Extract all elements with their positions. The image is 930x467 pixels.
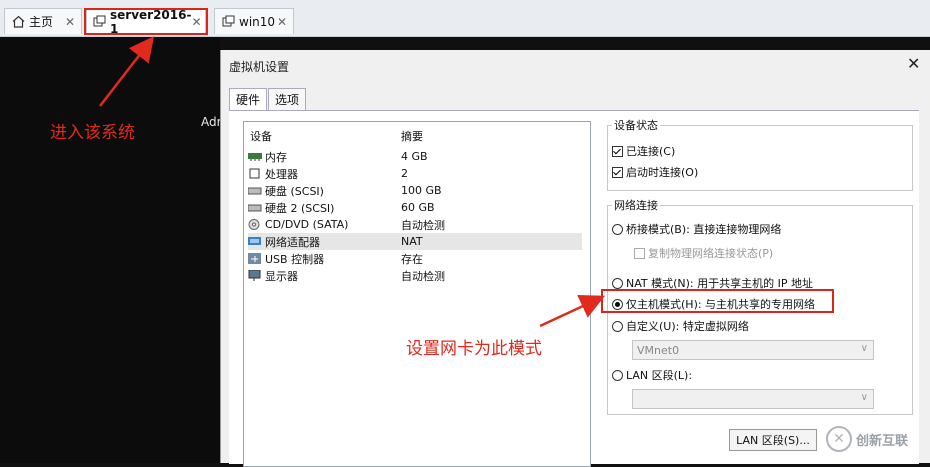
device-row-disk[interactable]: 硬盘 (SCSI) 100 GB bbox=[248, 182, 582, 199]
network-icon bbox=[248, 236, 262, 247]
radio-icon bbox=[612, 277, 623, 289]
annotation-set-nic: 设置网卡为此模式 bbox=[406, 339, 542, 359]
checkbox-label: 启动时连接(O) bbox=[626, 166, 699, 179]
device-summary: 存在 bbox=[401, 252, 423, 266]
device-name: USB 控制器 bbox=[265, 252, 325, 266]
tab-label: win10 bbox=[239, 14, 276, 29]
bridged-radio[interactable]: 桥接模式(B): 直接连接物理网络 bbox=[612, 221, 781, 237]
background-text: Adr bbox=[201, 115, 222, 129]
home-icon bbox=[11, 15, 25, 29]
connected-checkbox[interactable]: 已连接(C) bbox=[612, 143, 675, 159]
checkbox-icon bbox=[612, 145, 623, 157]
vm-icon bbox=[93, 15, 106, 29]
checkbox-label: 已连接(C) bbox=[626, 145, 676, 158]
connect-on-power-checkbox[interactable]: 启动时连接(O) bbox=[612, 164, 698, 180]
usb-icon bbox=[248, 253, 262, 264]
tab-label: 主页 bbox=[29, 15, 54, 29]
close-icon[interactable]: ✕ bbox=[907, 54, 920, 73]
disk-icon bbox=[248, 185, 262, 196]
lan-segment-select[interactable]: ∨ bbox=[632, 389, 874, 409]
device-row-disk-2[interactable]: 硬盘 2 (SCSI) 60 GB bbox=[248, 199, 582, 216]
chevron-down-icon: ∨ bbox=[860, 392, 868, 403]
radio-label: NAT 模式(N): 用于共享主机的 IP 地址 bbox=[626, 277, 813, 290]
device-name: 内存 bbox=[265, 150, 287, 164]
radio-label: 自定义(U): 特定虚拟网络 bbox=[626, 320, 749, 333]
display-icon bbox=[248, 270, 262, 281]
tab-hardware[interactable]: 硬件 bbox=[229, 88, 268, 110]
group-legend: 网络连接 bbox=[614, 199, 658, 212]
device-summary: NAT bbox=[401, 235, 423, 248]
device-row-display[interactable]: 显示器 自动检测 bbox=[248, 267, 582, 284]
device-row-memory[interactable]: 内存 4 GB bbox=[248, 148, 582, 165]
device-summary: 60 GB bbox=[401, 201, 435, 214]
device-name: CD/DVD (SATA) bbox=[265, 218, 349, 231]
device-summary: 自动检测 bbox=[401, 218, 445, 232]
tab-home[interactable]: 主页 ✕ bbox=[4, 8, 82, 34]
annotation-enter-system: 进入该系统 bbox=[50, 123, 135, 143]
hardware-panel: 设备 摘要 内存 4 GB 处理器 2 硬盘 (SCSI) 100 GB 硬盘 … bbox=[229, 110, 919, 467]
radio-label: 桥接模式(B): 直接连接物理网络 bbox=[626, 223, 782, 236]
column-header-device: 设备 bbox=[250, 130, 272, 143]
device-list: 设备 摘要 内存 4 GB 处理器 2 硬盘 (SCSI) 100 GB 硬盘 … bbox=[243, 121, 591, 467]
vm-settings-dialog: 虚拟机设置 ✕ 硬件 选项 设备 摘要 内存 4 GB 处理器 2 硬盘 (SC… bbox=[220, 50, 930, 467]
cpu-icon bbox=[248, 168, 262, 179]
tab-win10[interactable]: win10 ✕ bbox=[214, 8, 294, 34]
custom-network-select[interactable]: VMnet0 ∨ bbox=[632, 340, 874, 360]
watermark-logo: ✕ 创新互联 bbox=[826, 426, 908, 452]
custom-radio[interactable]: 自定义(U): 特定虚拟网络 bbox=[612, 318, 749, 334]
watermark-text: 创新互联 bbox=[856, 433, 909, 449]
device-name: 网络适配器 bbox=[265, 235, 320, 249]
device-summary: 2 bbox=[401, 167, 408, 180]
checkbox-label: 复制物理网络连接状态(P) bbox=[648, 247, 774, 260]
host-only-radio[interactable]: 仅主机模式(H): 与主机共享的专用网络 bbox=[612, 296, 815, 312]
radio-label: LAN 区段(L): bbox=[626, 369, 693, 382]
device-name: 硬盘 2 (SCSI) bbox=[265, 201, 335, 215]
radio-icon bbox=[612, 320, 623, 332]
cd-icon bbox=[248, 219, 262, 230]
radio-icon bbox=[612, 298, 623, 310]
device-row-processor[interactable]: 处理器 2 bbox=[248, 165, 582, 182]
checkbox-icon bbox=[612, 166, 623, 178]
lan-segments-button[interactable]: LAN 区段(S)... bbox=[729, 429, 817, 451]
replicate-state-checkbox[interactable]: 复制物理网络连接状态(P) bbox=[634, 245, 773, 261]
disk-icon bbox=[248, 202, 262, 213]
chevron-down-icon: ∨ bbox=[860, 343, 868, 354]
memory-icon bbox=[248, 151, 262, 162]
device-name: 处理器 bbox=[265, 167, 298, 181]
tab-server2016-1[interactable]: server2016-1 ✕ bbox=[86, 7, 206, 36]
vm-console-background bbox=[0, 37, 220, 463]
radio-label: 仅主机模式(H): 与主机共享的专用网络 bbox=[626, 298, 816, 311]
device-name: 硬盘 (SCSI) bbox=[265, 184, 324, 198]
device-summary: 100 GB bbox=[401, 184, 442, 197]
device-row-usb[interactable]: USB 控制器 存在 bbox=[248, 250, 582, 267]
lan-segment-radio[interactable]: LAN 区段(L): bbox=[612, 367, 692, 383]
column-header-summary: 摘要 bbox=[401, 130, 423, 143]
radio-icon bbox=[612, 223, 623, 235]
device-row-network-adapter[interactable]: 网络适配器 NAT bbox=[248, 233, 582, 250]
tab-close-icon[interactable]: ✕ bbox=[65, 15, 75, 29]
radio-icon bbox=[612, 369, 623, 381]
dialog-tabs: 硬件 选项 bbox=[229, 88, 307, 110]
tab-label: server2016-1 bbox=[110, 7, 192, 36]
tab-close-icon[interactable]: ✕ bbox=[191, 15, 201, 29]
select-value: VMnet0 bbox=[637, 343, 680, 357]
device-row-cd-dvd[interactable]: CD/DVD (SATA) 自动检测 bbox=[248, 216, 582, 233]
nat-radio[interactable]: NAT 模式(N): 用于共享主机的 IP 地址 bbox=[612, 275, 813, 291]
dialog-title: 虚拟机设置 bbox=[229, 60, 290, 74]
vm-icon bbox=[221, 15, 235, 29]
tab-close-icon[interactable]: ✕ bbox=[277, 15, 287, 29]
checkbox-icon bbox=[634, 247, 645, 259]
tab-strip: 主页 ✕ server2016-1 ✕ win10 ✕ bbox=[0, 0, 930, 37]
tab-options[interactable]: 选项 bbox=[268, 88, 307, 110]
device-name: 显示器 bbox=[265, 269, 298, 283]
device-summary: 4 GB bbox=[401, 150, 428, 163]
group-legend: 设备状态 bbox=[614, 119, 658, 132]
device-summary: 自动检测 bbox=[401, 269, 445, 283]
logo-icon: ✕ bbox=[826, 426, 852, 452]
